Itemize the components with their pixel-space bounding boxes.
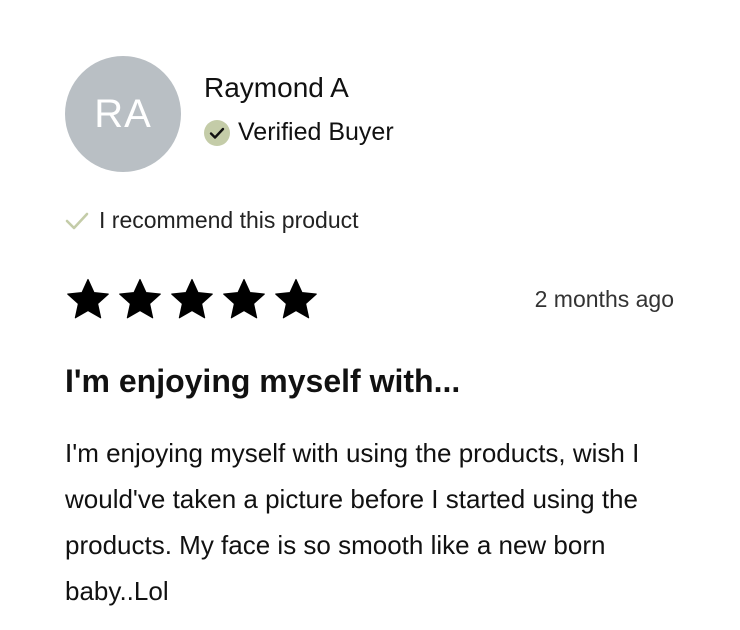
recommendation-label: I recommend this product bbox=[99, 207, 359, 233]
star-icon bbox=[221, 278, 267, 322]
review-body: I'm enjoying myself with using the produ… bbox=[65, 438, 640, 606]
review-timestamp: 2 months ago bbox=[534, 286, 674, 312]
verified-buyer-badge: Verified Buyer bbox=[204, 118, 394, 147]
star-icon bbox=[117, 278, 163, 322]
check-circle-icon bbox=[204, 119, 230, 146]
star-icon bbox=[65, 278, 111, 322]
check-icon bbox=[65, 211, 89, 231]
star-rating bbox=[65, 278, 319, 322]
reviewer-name: Raymond A bbox=[204, 72, 349, 103]
avatar-initials: RA bbox=[94, 91, 152, 136]
star-icon bbox=[169, 278, 215, 322]
avatar: RA bbox=[65, 56, 181, 172]
recommendation: I recommend this product bbox=[65, 207, 359, 234]
review-title: I'm enjoying myself with... bbox=[65, 363, 461, 399]
verified-buyer-label: Verified Buyer bbox=[238, 118, 394, 146]
star-icon bbox=[273, 278, 319, 322]
